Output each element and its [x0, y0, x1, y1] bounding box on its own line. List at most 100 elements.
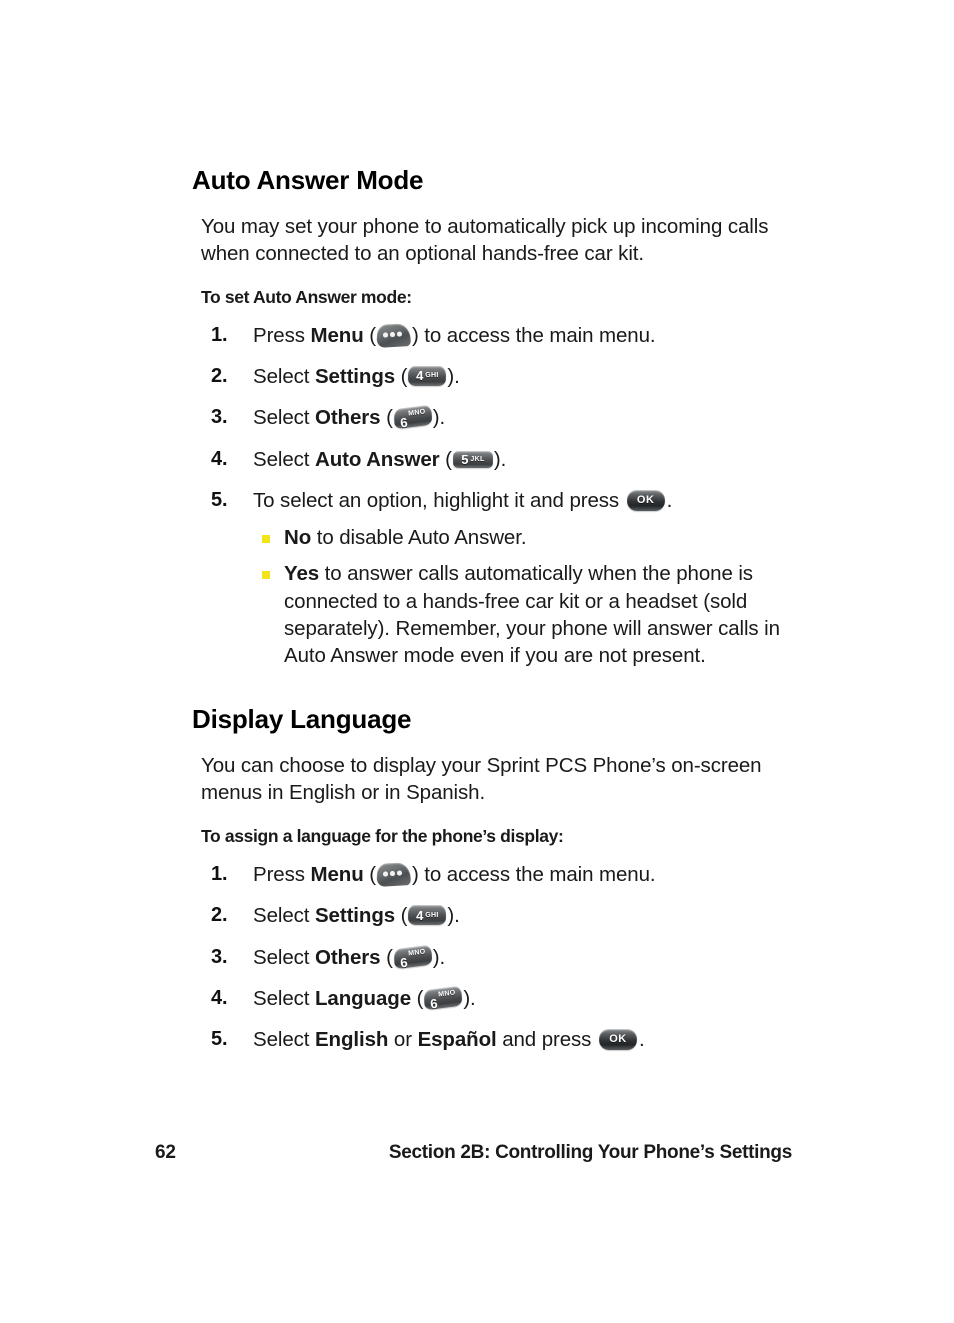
step-text-bold-2: Español	[417, 1028, 497, 1052]
key-4-ghi-icon: 4 GHI	[408, 902, 447, 928]
key-digit: 4	[416, 368, 424, 384]
step-text-pre: Select	[253, 904, 315, 928]
step-text: Press Menu ( ) to access the main menu.	[253, 322, 656, 348]
step-text-pre: Select	[253, 945, 315, 969]
step-text: Select Auto Answer (5 JKL).	[253, 448, 506, 471]
page-number: 62	[155, 1142, 176, 1163]
key-letters: MNO	[407, 408, 426, 418]
step-text-mid: (	[395, 904, 408, 928]
step-text: Select English or Español and press OK.	[253, 1028, 645, 1051]
bullet-bold-label: No	[284, 526, 312, 550]
step-number: 5.	[211, 1028, 228, 1051]
step-number: 1.	[211, 863, 228, 886]
list-item: 2. Select Settings (4 GHI).	[201, 363, 812, 391]
key-ok-icon: OK	[598, 1026, 637, 1052]
step-text: Select Language (6 MNO).	[253, 985, 476, 1012]
step-text-post: ) to access the main menu.	[411, 863, 656, 887]
step-text-pre: Press	[253, 323, 311, 347]
body-paragraph-display-language: You can choose to display your Sprint PC…	[201, 753, 762, 804]
step-number: 3.	[211, 406, 228, 429]
step-text: Press Menu ( ) to access the main menu.	[253, 861, 656, 887]
step-text-post: ).	[447, 364, 460, 388]
step-number: 2.	[211, 364, 228, 387]
step-text-pre: To select an option, highlight it and pr…	[253, 488, 625, 512]
step-text-mid: (	[380, 945, 393, 969]
step-text-pre: Select	[253, 986, 315, 1010]
key-letters: JKL	[470, 455, 485, 463]
step-text-bold: Settings	[314, 904, 396, 928]
key-letters: MNO	[407, 948, 426, 958]
key-6-mno-icon: 6 MNO	[423, 985, 463, 1012]
step-number: 2.	[211, 904, 228, 927]
body-paragraph-auto-answer: You may set your phone to automatically …	[201, 214, 769, 265]
bullet-text: to disable Auto Answer.	[311, 526, 527, 550]
step-text-post: .	[638, 1028, 645, 1052]
key-6-mno-icon: 6 MNO	[393, 404, 433, 431]
step-text-mid: (	[363, 863, 376, 887]
page-content: Auto Answer Mode You may set your phone …	[192, 166, 812, 1067]
step-number: 4.	[211, 986, 228, 1009]
step-text-bold: Settings	[314, 364, 396, 388]
key-digit: 6	[399, 415, 409, 431]
key-4-ghi-icon: 4 GHI	[408, 363, 447, 389]
key-ok-icon: OK	[626, 487, 665, 513]
key-letters: MNO	[438, 989, 457, 999]
list-item: 5. To select an option, highlight it and…	[201, 487, 812, 670]
key-letters: GHI	[425, 911, 439, 919]
step-text-mid: (	[363, 323, 376, 347]
step-text-bold: Language	[314, 986, 411, 1010]
sub-heading-assign-language: To assign a language for the phone’s dis…	[201, 826, 564, 847]
step-text-mid: (	[439, 447, 452, 471]
step-number: 3.	[211, 945, 228, 968]
page-footer: 62 Section 2B: Controlling Your Phone’s …	[0, 1142, 954, 1176]
step-number: 1.	[211, 323, 228, 346]
key-ok-label: OK	[636, 493, 655, 506]
step-text-pre: Select	[253, 364, 315, 388]
step-text-pre: Select	[253, 406, 315, 430]
list-item: 5. Select English or Español and press O…	[201, 1026, 812, 1054]
step-text: Select Others (6 MNO).	[253, 404, 446, 431]
step-text-mid: (	[411, 986, 424, 1010]
step-text: To select an option, highlight it and pr…	[253, 489, 672, 512]
list-item: 1. Press Menu ( ) to access the main menu…	[201, 322, 812, 350]
list-item: 1. Press Menu ( ) to access the main menu…	[201, 861, 812, 889]
page-title-auto-answer-mode: Auto Answer Mode	[192, 165, 424, 195]
key-digit: 6	[429, 995, 439, 1012]
step-text-post: ) to access the main menu.	[411, 323, 656, 347]
footer-section-title: Section 2B: Controlling Your Phone’s Set…	[388, 1142, 792, 1163]
manual-page: Auto Answer Mode You may set your phone …	[0, 0, 954, 1323]
step-text-bold: Others	[314, 945, 381, 969]
key-digit: 5	[461, 451, 469, 467]
step-text-mid: (	[395, 364, 408, 388]
bullet-bold-label: Yes	[284, 562, 320, 586]
step-text-mid: (	[380, 406, 393, 430]
list-item: 2. Select Settings (4 GHI).	[201, 902, 812, 930]
square-bullet-icon	[262, 535, 270, 544]
key-5-jkl-icon: 5 JKL	[452, 446, 493, 472]
step-text-bold: English	[314, 1028, 389, 1052]
square-bullet-icon	[262, 571, 270, 580]
step-text-post: ).	[432, 406, 446, 430]
key-digit: 4	[416, 907, 424, 923]
step-text: Select Others (6 MNO).	[253, 944, 445, 970]
steps-list-display-language: 1. Press Menu () to access the main menu…	[192, 861, 812, 1054]
step-number: 5.	[211, 488, 228, 511]
step-text: Select Settings (4 GHI).	[253, 904, 460, 927]
list-item: 4. Select Language (6 MNO).	[201, 985, 812, 1013]
step-text-post: .	[666, 488, 673, 512]
step-text-pre: Select	[253, 1028, 315, 1052]
sub-bullets-auto-answer-options: No to disable Auto Answer. Yes to answer…	[253, 524, 812, 669]
step-text-pre: Press	[253, 863, 311, 887]
sub-heading-set-auto-answer: To set Auto Answer mode:	[201, 286, 412, 307]
key-6-mno-icon: 6 MNO	[393, 944, 433, 970]
step-text-bold: Menu	[310, 863, 364, 887]
step-text-mid: or	[388, 1028, 418, 1052]
menu-softkey-icon	[376, 861, 412, 887]
list-item: Yes to answer calls automatically when t…	[253, 560, 812, 669]
key-letters: GHI	[425, 372, 439, 380]
step-text-post: ).	[447, 904, 460, 928]
step-number: 4.	[211, 447, 228, 470]
step-text-bold: Menu	[310, 323, 364, 347]
key-ok-label: OK	[609, 1033, 627, 1046]
list-item: 3. Select Others (6 MNO).	[201, 944, 812, 972]
